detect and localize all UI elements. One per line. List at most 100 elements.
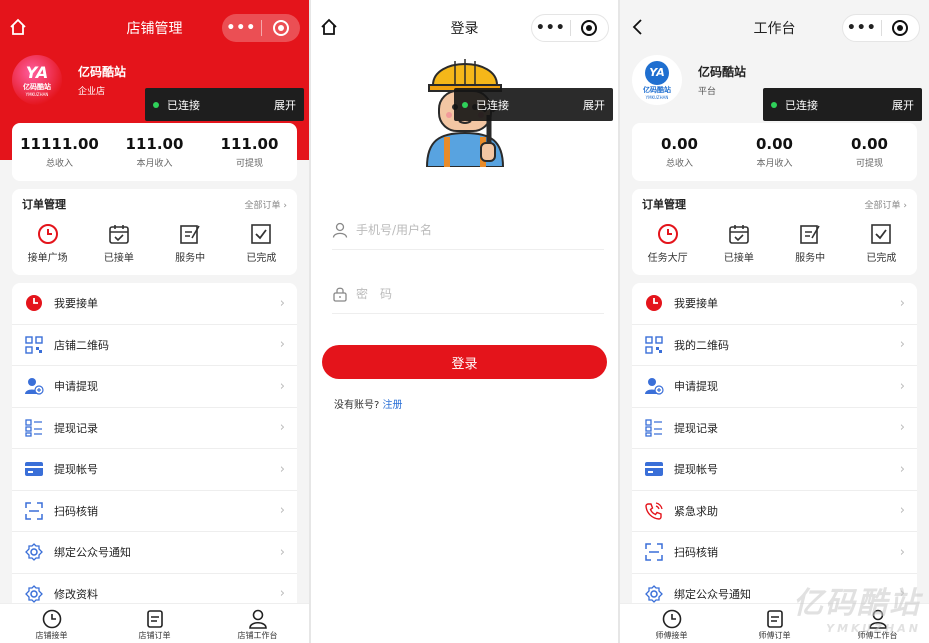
clock-icon [42, 609, 61, 629]
calendar-check-icon [729, 225, 749, 244]
password-placeholder: 密 码 [356, 287, 393, 301]
scan-icon [644, 542, 664, 562]
connection-status-bar[interactable]: 已连接 展开 [145, 88, 304, 121]
function-menu: 我要接单 › 我的二维码 › 申请提现 › 提现记录 › 提现帐号 › 紧急求助 › 扫码核… [632, 283, 917, 615]
order-icon [146, 610, 163, 628]
phone-username-placeholder: 手机号/用户名 [356, 223, 433, 237]
order-tab-accepted[interactable]: 已接单 [703, 223, 774, 264]
phone-icon [644, 501, 664, 521]
expand-button[interactable]: 展开 [892, 97, 914, 113]
order-tab-in-service[interactable]: 服务中 [775, 223, 846, 264]
expand-button[interactable]: 展开 [583, 97, 605, 113]
clock-icon [662, 609, 681, 629]
store-management-screen: 店铺管理 ••• YA 亿码酷站 YMKUZHAN 亿码酷站 企业店 已连接 展… [0, 0, 309, 643]
all-orders-link[interactable]: 全部订单 › [865, 198, 907, 211]
checkbox-icon [871, 224, 892, 244]
menu-item-withdraw-records[interactable]: 提现记录 › [632, 408, 917, 449]
menu-item-withdraw-account[interactable]: 提现帐号 › [632, 449, 917, 491]
clock-icon [657, 224, 678, 244]
menu-item-scan-verify[interactable]: 扫码核销 › [632, 532, 917, 574]
record-icon [581, 20, 598, 36]
menu-item-emergency-help[interactable]: 紧急求助 › [632, 491, 917, 532]
tab-master-accept[interactable]: 师傅接单 [620, 604, 723, 643]
menu-item-my-qrcode[interactable]: 我的二维码 › [632, 325, 917, 366]
expand-button[interactable]: 展开 [274, 97, 296, 113]
order-tab-in-service[interactable]: 服务中 [155, 223, 226, 264]
store-info: YA 亿码酷站 YMKUZHAN 亿码酷站 平台 [632, 55, 746, 105]
connection-label: 已连接 [167, 98, 200, 112]
store-name: 亿码酷站 [698, 65, 747, 79]
calendar-check-icon [109, 225, 129, 244]
close-button[interactable] [261, 20, 300, 36]
connection-status-bar[interactable]: 已连接 展开 [454, 88, 613, 121]
gear-icon [644, 584, 664, 604]
order-tab-task-hall[interactable]: 任务大厅 [632, 223, 703, 264]
scan-icon [24, 501, 44, 521]
connection-label: 已连接 [785, 98, 818, 112]
menu-item-accept-order[interactable]: 我要接单 › [632, 283, 917, 325]
menu-item-withdraw-records[interactable]: 提现记录 › [12, 408, 297, 449]
close-button[interactable] [881, 20, 919, 36]
stat-withdrawable: 0.00 可提现 [850, 135, 888, 169]
phone-username-field[interactable]: 手机号/用户名 [332, 210, 604, 250]
watermark: 亿码酷站 YMKUZHAN [793, 586, 921, 635]
order-tab-accepted[interactable]: 已接单 [83, 223, 154, 264]
qrcode-icon [24, 335, 44, 355]
no-account-text: 没有账号? [334, 400, 380, 411]
workbench-screen: 工作台 ••• YA 亿码酷站 YMKUZHAN 亿码酷站 平台 已连接 展开 … [620, 0, 929, 643]
more-button[interactable]: ••• [532, 20, 570, 36]
menu-item-store-qrcode[interactable]: 店铺二维码 › [12, 325, 297, 366]
tab-store-accept[interactable]: 店铺接单 [0, 604, 103, 643]
menu-item-scan-verify[interactable]: 扫码核销 › [12, 491, 297, 532]
more-button[interactable]: ••• [222, 20, 261, 36]
store-type: 企业店 [78, 87, 106, 97]
nav-bar: 店铺管理 ••• [0, 0, 309, 55]
login-screen: 登录 ••• 已连接 展开 手机号/用户名 密 码 登录 没有账号? 注册 [311, 0, 618, 643]
order-tab-completed[interactable]: 已完成 [846, 223, 917, 264]
clock-filled-icon [644, 293, 664, 313]
orders-title: 订单管理 [22, 198, 66, 211]
order-icon [766, 610, 783, 628]
mini-program-capsule: ••• [222, 14, 300, 42]
connected-dot [771, 101, 777, 108]
connection-label: 已连接 [476, 98, 509, 112]
edit-icon [800, 225, 820, 244]
gear-icon [24, 542, 44, 562]
menu-item-accept-order[interactable]: 我要接单 › [12, 283, 297, 325]
store-logo: YA 亿码酷站 YMKUZHAN [12, 55, 62, 105]
store-type: 平台 [698, 87, 717, 97]
close-button[interactable] [570, 20, 608, 36]
menu-item-apply-withdraw[interactable]: 申请提现 › [632, 366, 917, 408]
stat-month: 111.00 本月收入 [125, 135, 184, 169]
stat-month: 0.00 本月收入 [755, 135, 793, 169]
menu-item-bind-notify[interactable]: 绑定公众号通知 › [12, 532, 297, 574]
login-button[interactable]: 登录 [322, 345, 607, 379]
user-add-icon [24, 376, 44, 396]
qrcode-icon [644, 335, 664, 355]
register-link[interactable]: 注册 [383, 400, 403, 411]
order-tab-square[interactable]: 接单广场 [12, 223, 83, 264]
order-tab-completed[interactable]: 已完成 [226, 223, 297, 264]
tab-store-workbench[interactable]: 店铺工作台 [206, 604, 309, 643]
all-orders-link[interactable]: 全部订单 › [245, 198, 287, 211]
list-icon [24, 418, 44, 438]
record-icon [272, 20, 289, 36]
menu-item-withdraw-account[interactable]: 提现帐号 › [12, 449, 297, 491]
mini-program-capsule: ••• [842, 14, 920, 42]
clock-icon [37, 224, 58, 244]
password-field[interactable]: 密 码 [332, 274, 604, 314]
menu-item-apply-withdraw[interactable]: 申请提现 › [12, 366, 297, 408]
connection-status-bar[interactable]: 已连接 展开 [763, 88, 922, 121]
user-icon [332, 222, 348, 238]
tab-store-orders[interactable]: 店铺订单 [103, 604, 206, 643]
stat-withdrawable: 111.00 可提现 [220, 135, 279, 169]
more-button[interactable]: ••• [843, 20, 881, 36]
edit-icon [180, 225, 200, 244]
function-menu: 我要接单 › 店铺二维码 › 申请提现 › 提现记录 › 提现帐号 › 扫码核销 › 绑定公… [12, 283, 297, 615]
card-icon [644, 459, 664, 479]
stat-total: 0.00 总收入 [660, 135, 698, 169]
user-add-icon [644, 376, 664, 396]
tab-bar: 店铺接单 店铺订单 店铺工作台 [0, 603, 309, 643]
income-stats: 11111.00 总收入 111.00 本月收入 111.00 可提现 [12, 123, 297, 181]
income-stats: 0.00 总收入 0.00 本月收入 0.00 可提现 [632, 123, 917, 181]
